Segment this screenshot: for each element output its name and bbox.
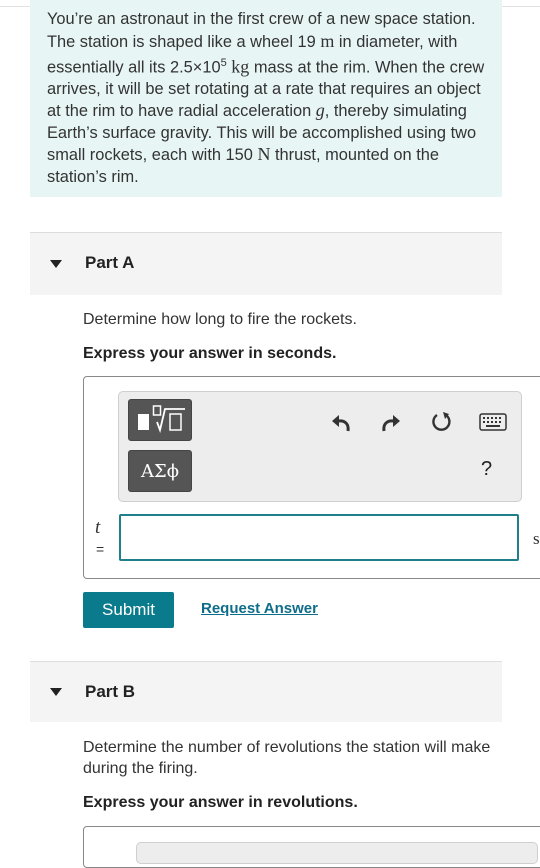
collapse-triangle-icon[interactable] bbox=[50, 260, 62, 268]
keyboard-icon[interactable] bbox=[478, 408, 508, 436]
part-a-title: Part A bbox=[85, 253, 135, 272]
part-b-math-toolbar bbox=[136, 842, 538, 864]
unit-newtons: N bbox=[257, 144, 271, 165]
part-a-question: Determine how long to fire the rockets. bbox=[83, 311, 357, 328]
undo-icon[interactable] bbox=[327, 408, 355, 436]
part-a-header[interactable]: Part A bbox=[30, 233, 502, 295]
unit-kilograms: kg bbox=[231, 56, 250, 77]
variable-g: g bbox=[315, 100, 325, 121]
submit-button[interactable]: Submit bbox=[83, 592, 174, 628]
redo-icon[interactable] bbox=[377, 408, 405, 436]
unit-meters: m bbox=[320, 30, 335, 51]
template-icon bbox=[138, 405, 185, 434]
answer-variable-label: t bbox=[95, 517, 101, 538]
reset-icon[interactable] bbox=[428, 408, 456, 436]
math-toolbar: ΑΣϕ ? bbox=[118, 391, 522, 502]
equals-sign: = bbox=[96, 541, 105, 557]
problem-statement: You’re an astronaut in the first crew of… bbox=[47, 9, 487, 188]
answer-unit: s bbox=[533, 529, 540, 548]
request-answer-link[interactable]: Request Answer bbox=[201, 600, 318, 617]
collapse-triangle-icon[interactable] bbox=[50, 688, 62, 696]
template-button[interactable] bbox=[128, 399, 192, 441]
part-b-question: Determine the number of revolutions the … bbox=[83, 739, 491, 777]
exponent: 5 bbox=[220, 57, 227, 69]
answer-input[interactable] bbox=[119, 514, 519, 561]
part-b-header[interactable]: Part B bbox=[30, 662, 502, 722]
greek-symbols-button[interactable]: ΑΣϕ bbox=[128, 450, 192, 492]
help-button[interactable]: ? bbox=[481, 458, 492, 481]
part-a-instruction: Express your answer in seconds. bbox=[83, 345, 337, 362]
part-b-title: Part B bbox=[85, 682, 136, 701]
part-b-instruction: Express your answer in revolutions. bbox=[83, 794, 358, 811]
